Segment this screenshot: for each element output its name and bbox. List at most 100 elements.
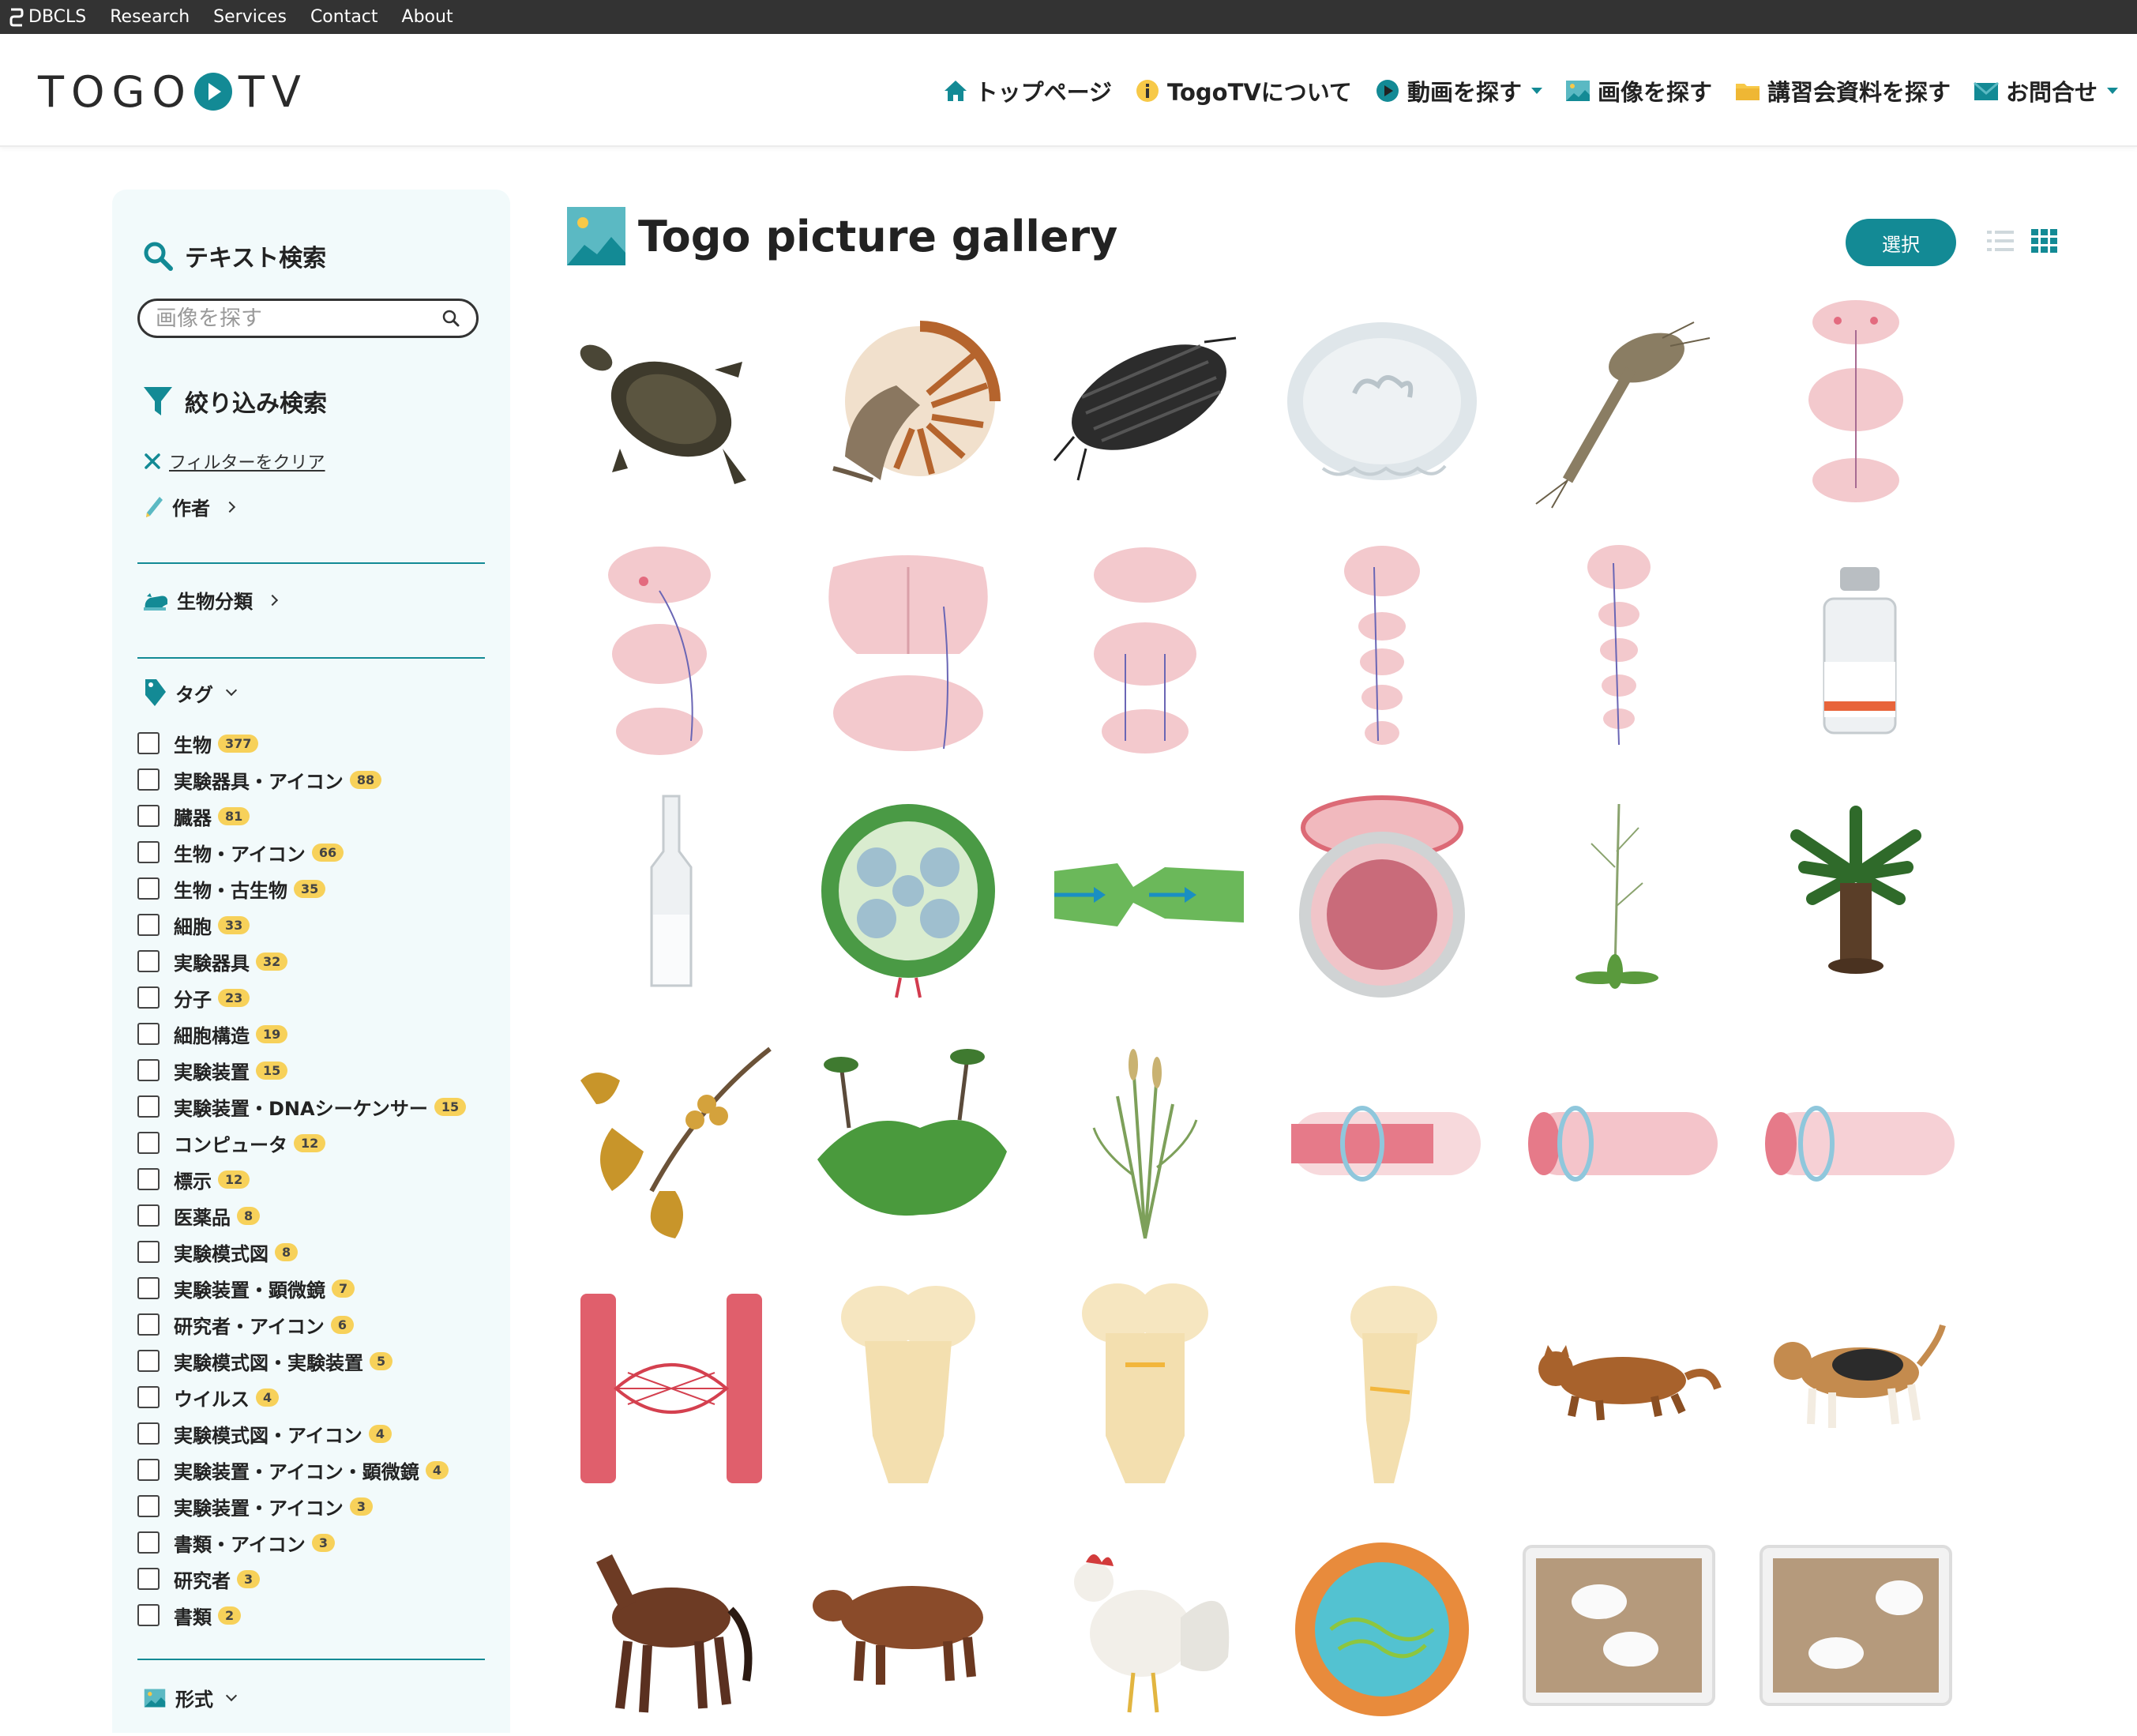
list-view-icon[interactable] <box>1987 229 2014 253</box>
tag-checkbox[interactable] <box>137 914 160 936</box>
topbar-research-link[interactable]: Research <box>110 7 190 27</box>
tag-option[interactable]: 細胞 33 <box>137 907 501 943</box>
tag-option[interactable]: 生物・古生物 35 <box>137 870 501 907</box>
gallery-item[interactable] <box>790 788 1027 1001</box>
tag-checkbox[interactable] <box>137 986 160 1009</box>
nav-contact[interactable]: お問合せ <box>1973 74 2118 107</box>
gallery-item[interactable] <box>1027 788 1264 1001</box>
tag-option[interactable]: 実験模式図 8 <box>137 1234 501 1270</box>
tag-checkbox[interactable] <box>137 768 160 791</box>
tag-option[interactable]: 分子 23 <box>137 979 501 1016</box>
tag-checkbox[interactable] <box>137 1132 160 1154</box>
tag-option[interactable]: 実験器具・アイコン 88 <box>137 761 501 798</box>
tag-checkbox[interactable] <box>137 1459 160 1481</box>
tag-option[interactable]: 研究者 3 <box>137 1561 501 1597</box>
tag-option[interactable]: 書類・アイコン 3 <box>137 1524 501 1561</box>
gallery-item[interactable] <box>1737 788 1974 1001</box>
gallery-item[interactable] <box>1737 1278 1974 1491</box>
gallery-item[interactable] <box>553 543 790 757</box>
tag-checkbox[interactable] <box>137 1422 160 1445</box>
tag-option[interactable]: 生物 377 <box>137 725 501 761</box>
tag-checkbox[interactable] <box>137 1095 160 1118</box>
nav-images[interactable]: 画像を探す <box>1564 74 1712 107</box>
tag-option[interactable]: 医薬品 8 <box>137 1197 501 1234</box>
tag-option[interactable]: 研究者・アイコン 6 <box>137 1306 501 1343</box>
tag-checkbox[interactable] <box>137 1568 160 1590</box>
search-icon[interactable] <box>441 309 460 328</box>
gallery-item[interactable] <box>790 299 1027 512</box>
togotv-logo[interactable]: TOGO TV <box>38 66 308 118</box>
gallery-item[interactable] <box>1264 299 1500 512</box>
gallery-item[interactable] <box>1500 299 1737 512</box>
search-input[interactable] <box>156 306 441 331</box>
tag-option[interactable]: 実験器具 32 <box>137 943 501 979</box>
tag-option[interactable]: 実験模式図・アイコン 4 <box>137 1415 501 1452</box>
tag-option[interactable]: 実験装置・アイコン・顕微鏡 4 <box>137 1452 501 1488</box>
gallery-item[interactable] <box>553 788 790 1001</box>
tag-checkbox[interactable] <box>137 1495 160 1517</box>
gallery-item[interactable] <box>1027 1033 1264 1246</box>
gallery-item[interactable] <box>790 1033 1027 1246</box>
tag-option[interactable]: コンピュータ 12 <box>137 1125 501 1161</box>
gallery-item[interactable] <box>553 299 790 512</box>
search-field[interactable] <box>137 299 479 338</box>
tag-option[interactable]: 書類 2 <box>137 1597 501 1633</box>
gallery-item[interactable] <box>1027 1278 1264 1491</box>
tag-checkbox[interactable] <box>137 950 160 972</box>
tag-filter-toggle[interactable]: タグ <box>142 678 238 708</box>
tag-checkbox[interactable] <box>137 732 160 754</box>
select-button[interactable]: 選択 <box>1846 219 1956 266</box>
gallery-item[interactable] <box>553 1523 790 1736</box>
format-filter-toggle[interactable]: 形式 <box>142 1684 238 1712</box>
gallery-item[interactable] <box>1264 788 1500 1001</box>
tag-option[interactable]: 実験装置・アイコン 3 <box>137 1488 501 1524</box>
gallery-item[interactable] <box>1500 788 1737 1001</box>
nav-videos[interactable]: 動画を探す <box>1374 74 1542 107</box>
tag-option[interactable]: 標示 12 <box>137 1161 501 1197</box>
tag-checkbox[interactable] <box>137 805 160 827</box>
tag-option[interactable]: 生物・アイコン 66 <box>137 834 501 870</box>
clear-filter-link[interactable]: フィルターをクリア <box>144 449 325 474</box>
gallery-item[interactable] <box>553 1033 790 1246</box>
tag-option[interactable]: 細胞構造 19 <box>137 1016 501 1052</box>
tag-checkbox[interactable] <box>137 1204 160 1227</box>
tag-checkbox[interactable] <box>137 1531 160 1554</box>
gallery-item[interactable] <box>790 1278 1027 1491</box>
gallery-item[interactable] <box>790 1523 1027 1736</box>
gallery-item[interactable] <box>1737 299 1974 512</box>
tag-option[interactable]: 実験装置・顕微鏡 7 <box>137 1270 501 1306</box>
nav-about[interactable]: TogoTVについて <box>1134 74 1352 107</box>
gallery-item[interactable] <box>1500 543 1737 757</box>
tag-checkbox[interactable] <box>137 1350 160 1372</box>
tag-option[interactable]: ウイルス 4 <box>137 1379 501 1415</box>
tag-checkbox[interactable] <box>137 1386 160 1408</box>
tag-option[interactable]: 臓器 81 <box>137 798 501 834</box>
gallery-item[interactable] <box>1264 1033 1500 1246</box>
tag-checkbox[interactable] <box>137 1023 160 1045</box>
gallery-item[interactable] <box>1027 1523 1264 1736</box>
tag-option[interactable]: 実験模式図・実験装置 5 <box>137 1343 501 1379</box>
tag-checkbox[interactable] <box>137 1277 160 1299</box>
gallery-item[interactable] <box>1500 1033 1737 1246</box>
gallery-item[interactable] <box>1264 543 1500 757</box>
gallery-item[interactable] <box>1027 299 1264 512</box>
nav-materials[interactable]: 講習会資料を探す <box>1734 74 1951 107</box>
gallery-item[interactable] <box>553 1278 790 1491</box>
author-filter[interactable]: 作者 <box>144 493 236 520</box>
tag-checkbox[interactable] <box>137 1241 160 1263</box>
gallery-item[interactable] <box>1264 1523 1500 1736</box>
gallery-item[interactable] <box>1264 1278 1500 1491</box>
tag-checkbox[interactable] <box>137 1604 160 1626</box>
nav-home[interactable]: トップページ <box>942 74 1112 107</box>
dbcls-link[interactable]: DBCLS <box>9 7 86 28</box>
gallery-item[interactable] <box>1027 543 1264 757</box>
tag-checkbox[interactable] <box>137 877 160 900</box>
tag-option[interactable]: 実験装置 15 <box>137 1052 501 1088</box>
gallery-item[interactable] <box>1737 1523 1974 1736</box>
grid-view-icon[interactable] <box>2031 229 2058 253</box>
topbar-services-link[interactable]: Services <box>213 7 287 27</box>
gallery-item[interactable] <box>790 543 1027 757</box>
tag-checkbox[interactable] <box>137 1313 160 1336</box>
gallery-item[interactable] <box>1737 1033 1974 1246</box>
tag-checkbox[interactable] <box>137 841 160 863</box>
